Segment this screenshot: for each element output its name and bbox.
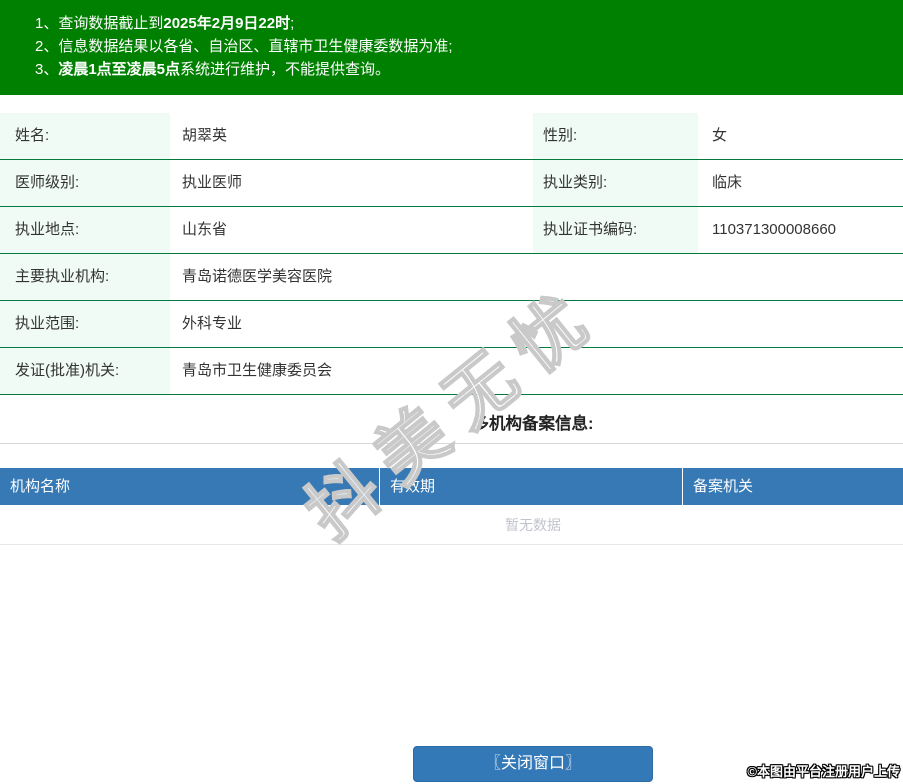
field-value-issuing-authority: 青岛市卫生健康委员会 bbox=[182, 362, 333, 379]
table-row-name-gender: 姓名: 胡翠英 性别: 女 bbox=[0, 113, 903, 160]
field-label-practice-category: 执业类别: bbox=[533, 160, 698, 206]
records-table-header: 机构名称 有效期 备案机关 bbox=[0, 468, 903, 505]
column-header-record-authority: 备案机关 bbox=[693, 478, 754, 495]
copyright-stamp: ©本图由平台注册用户上传 bbox=[747, 764, 900, 779]
notice-line-2: 2、信息数据结果以各省、自治区、直辖市卫生健康委数据为准; bbox=[35, 38, 453, 55]
field-value-gender: 女 bbox=[712, 127, 728, 144]
table-row-main-institution: 主要执业机构: 青岛诺德医学美容医院 bbox=[0, 254, 903, 301]
section-divider bbox=[0, 443, 903, 444]
field-value-name: 胡翠英 bbox=[182, 127, 228, 144]
column-header-institution-name: 机构名称 bbox=[0, 468, 380, 505]
field-label-name: 姓名: bbox=[0, 113, 170, 159]
field-value-doctor-level: 执业医师 bbox=[182, 174, 243, 191]
table-row-issuing-authority: 发证(批准)机关: 青岛市卫生健康委员会 bbox=[0, 348, 903, 395]
field-label-issuing-authority: 发证(批准)机关: bbox=[0, 348, 170, 394]
empty-data-placeholder: 暂无数据 bbox=[0, 505, 903, 545]
column-header-validity-period: 有效期 bbox=[380, 468, 683, 505]
content-canvas: 1、查询数据截止到2025年2月9日22时; 2、信息数据结果以各省、自治区、直… bbox=[0, 0, 903, 784]
field-value-main-institution: 青岛诺德医学美容医院 bbox=[182, 268, 333, 285]
field-value-certificate-number: 110371300008660 bbox=[712, 221, 837, 238]
field-value-practice-category: 临床 bbox=[712, 174, 743, 191]
notice-number: 3、 bbox=[35, 61, 59, 78]
notice-number: 1、 bbox=[35, 15, 59, 32]
notice-number: 2、 bbox=[35, 38, 59, 55]
field-value-practice-scope: 外科专业 bbox=[182, 315, 243, 332]
notice-banner: 1、查询数据截止到2025年2月9日22时; 2、信息数据结果以各省、自治区、直… bbox=[0, 0, 903, 95]
table-row-location-certificate: 执业地点: 山东省 执业证书编码: 110371300008660 bbox=[0, 207, 903, 254]
field-label-practice-location: 执业地点: bbox=[0, 207, 170, 253]
notice-line-1: 1、查询数据截止到2025年2月9日22时; bbox=[35, 15, 295, 32]
query-result-page: 1、查询数据截止到2025年2月9日22时; 2、信息数据结果以各省、自治区、直… bbox=[0, 0, 903, 784]
close-window-button[interactable]: 〖关闭窗口〗 bbox=[413, 746, 653, 782]
field-label-doctor-level: 医师级别: bbox=[0, 160, 170, 206]
field-value-practice-location: 山东省 bbox=[182, 221, 228, 238]
records-section-title: 多机构备案信息: bbox=[472, 415, 594, 433]
field-label-gender: 性别: bbox=[533, 113, 698, 159]
field-label-practice-scope: 执业范围: bbox=[0, 301, 170, 347]
field-label-main-institution: 主要执业机构: bbox=[0, 254, 170, 300]
table-row-practice-scope: 执业范围: 外科专业 bbox=[0, 301, 903, 348]
records-table: 机构名称 有效期 备案机关 暂无数据 bbox=[0, 468, 903, 545]
field-label-certificate-number: 执业证书编码: bbox=[533, 207, 698, 253]
practitioner-info-table: 姓名: 胡翠英 性别: 女 医师级别: 执业医师 执业类别: 临床 执业地点: … bbox=[0, 113, 903, 395]
notice-line-3: 3、凌晨1点至凌晨5点系统进行维护，不能提供查询。 bbox=[35, 61, 391, 78]
table-row-level-category: 医师级别: 执业医师 执业类别: 临床 bbox=[0, 160, 903, 207]
